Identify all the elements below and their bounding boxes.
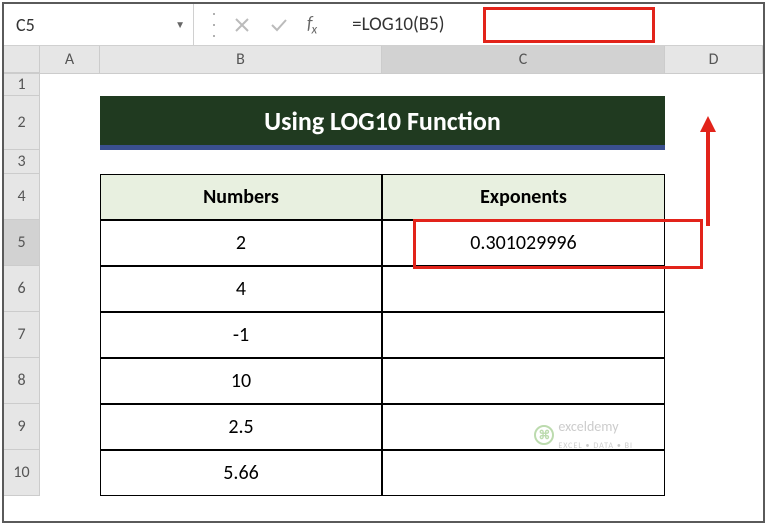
- formula-input[interactable]: =LOG10(B5): [334, 4, 763, 45]
- cell-b9[interactable]: 2.5: [100, 404, 382, 450]
- cell-b5[interactable]: 2: [100, 220, 382, 266]
- row-header-2[interactable]: 2: [4, 96, 40, 150]
- cell-b8[interactable]: 10: [100, 358, 382, 404]
- row-header-6[interactable]: 6: [4, 266, 40, 312]
- app-frame: C5 ▼ fx =LOG10(B5) A B C D 1 2 3 4: [2, 2, 765, 523]
- grid-area: A B C D 1 2 3 4 5 6 7 8 9 10 Using LOG10…: [4, 46, 763, 521]
- cell-b6[interactable]: 4: [100, 266, 382, 312]
- divider-dots-icon: [212, 13, 215, 37]
- check-icon[interactable]: [269, 16, 289, 34]
- header-numbers[interactable]: Numbers: [100, 174, 382, 220]
- row-header-5[interactable]: 5: [4, 220, 40, 266]
- cell-c10[interactable]: [382, 450, 665, 496]
- table-row: 10: [100, 358, 665, 404]
- name-box-value: C5: [16, 14, 35, 36]
- col-header-c[interactable]: C: [382, 46, 665, 73]
- fx-icon[interactable]: fx: [307, 12, 316, 38]
- table-row: 4: [100, 266, 665, 312]
- cancel-icon[interactable]: [233, 16, 251, 34]
- formula-text: =LOG10(B5): [352, 13, 444, 36]
- cell-c6[interactable]: [382, 266, 665, 312]
- table-row: 5.66: [100, 450, 665, 496]
- formula-bar-icons: fx: [194, 12, 334, 38]
- row-header-7[interactable]: 7: [4, 312, 40, 358]
- cell-b10[interactable]: 5.66: [100, 450, 382, 496]
- table-row: -1: [100, 312, 665, 358]
- header-exponents[interactable]: Exponents: [382, 174, 665, 220]
- row-header-10[interactable]: 10: [4, 450, 40, 496]
- cell-c5[interactable]: 0.301029996: [382, 220, 665, 266]
- watermark-tag: EXCEL • DATA • BI: [558, 441, 633, 451]
- watermark: ⌘ exceldemy EXCEL • DATA • BI: [534, 418, 633, 452]
- chevron-down-icon[interactable]: ▼: [175, 18, 185, 31]
- grid-body: 1 2 3 4 5 6 7 8 9 10 Using LOG10 Functio…: [4, 74, 763, 496]
- formula-bar: C5 ▼ fx =LOG10(B5): [4, 4, 763, 46]
- row-headers: 1 2 3 4 5 6 7 8 9 10: [4, 74, 40, 496]
- cell-c8[interactable]: [382, 358, 665, 404]
- row-header-1[interactable]: 1: [4, 74, 40, 96]
- watermark-icon: ⌘: [534, 425, 554, 445]
- col-header-b[interactable]: B: [100, 46, 382, 73]
- row-header-4[interactable]: 4: [4, 174, 40, 220]
- cells-area[interactable]: Using LOG10 Function Numbers Exponents 2…: [40, 74, 763, 496]
- watermark-name: exceldemy: [558, 418, 618, 435]
- select-all-corner[interactable]: [4, 46, 40, 73]
- table-row: 2 0.301029996: [100, 220, 665, 266]
- arrow-annotation-icon: [698, 116, 718, 226]
- col-header-d[interactable]: D: [665, 46, 763, 73]
- cell-c7[interactable]: [382, 312, 665, 358]
- cell-b7[interactable]: -1: [100, 312, 382, 358]
- column-headers: A B C D: [4, 46, 763, 74]
- name-box[interactable]: C5 ▼: [4, 4, 194, 45]
- row-header-8[interactable]: 8: [4, 358, 40, 404]
- table-header-row: Numbers Exponents: [100, 174, 665, 220]
- row-header-3[interactable]: 3: [4, 150, 40, 174]
- row-header-9[interactable]: 9: [4, 404, 40, 450]
- col-header-a[interactable]: A: [40, 46, 100, 73]
- page-title: Using LOG10 Function: [100, 96, 665, 150]
